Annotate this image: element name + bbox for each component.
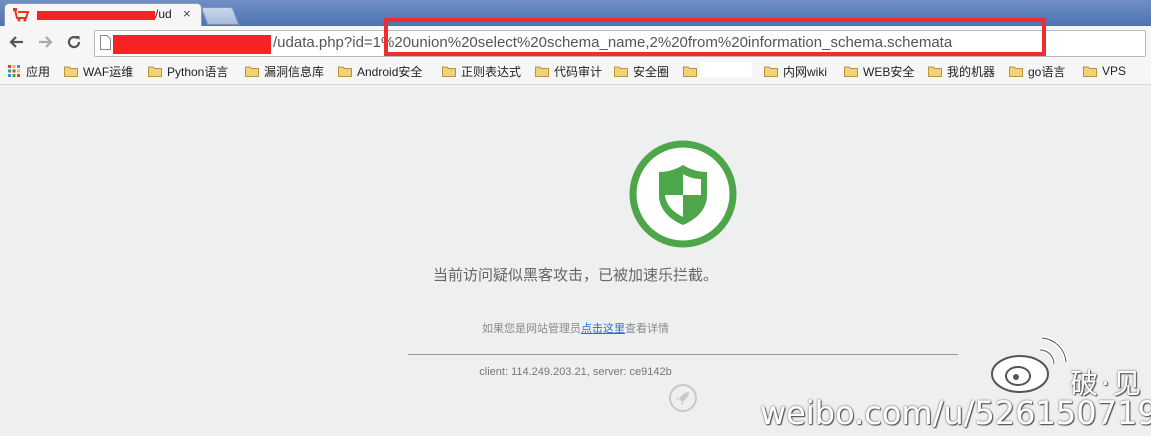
back-arrow-icon bbox=[9, 36, 23, 48]
bookmark-label: Android安全 bbox=[357, 64, 423, 79]
bookmark-intranet-wiki[interactable]: 内网wiki bbox=[764, 62, 827, 80]
admin-hint: 如果您是网站管理员点击这里查看详情 bbox=[0, 320, 1151, 336]
reload-button[interactable] bbox=[64, 32, 84, 52]
apps-grid-icon bbox=[8, 65, 20, 77]
page-icon bbox=[100, 35, 111, 50]
folder-icon bbox=[614, 66, 628, 77]
watermark-url: weibo.com/u/5261507198 bbox=[760, 394, 1151, 432]
bookmark-vps[interactable]: VPS bbox=[1083, 62, 1126, 80]
folder-icon bbox=[442, 66, 456, 77]
details-link[interactable]: 点击这里 bbox=[581, 322, 625, 335]
bookmark-apps[interactable]: 应用 bbox=[8, 62, 50, 80]
bookmark-label: 漏洞信息库 bbox=[264, 64, 325, 79]
tab-title: /ud bbox=[155, 7, 172, 21]
bookmark-label: WEB安全 bbox=[863, 64, 915, 79]
folder-icon bbox=[148, 66, 162, 77]
bookmark-label: WAF运维 bbox=[83, 64, 134, 79]
bookmark-regex[interactable]: 正则表达式 bbox=[442, 62, 521, 80]
client-info: client: 114.249.203.21, server: ce9142b bbox=[479, 366, 672, 378]
cart-favicon-icon bbox=[13, 8, 29, 22]
bookmarks-bar: 应用 WAF运维 Python语言 漏洞信息库 Android安全 正则表达式 … bbox=[0, 58, 1151, 85]
bookmark-label: 安全圈 bbox=[633, 64, 670, 79]
bookmark-android[interactable]: Android安全 bbox=[338, 62, 422, 80]
folder-icon bbox=[1083, 66, 1097, 77]
bookmark-label: go语言 bbox=[1028, 64, 1066, 79]
bookmark-python[interactable]: Python语言 bbox=[148, 62, 228, 80]
bookmark-label: 代码审计 bbox=[554, 64, 603, 79]
bookmark-label: 我的机器 bbox=[947, 64, 996, 79]
browser-tab[interactable]: /ud × bbox=[4, 3, 202, 27]
bookmark-label: 内网wiki bbox=[783, 64, 827, 79]
folder-icon bbox=[928, 66, 942, 77]
url-redaction bbox=[113, 35, 271, 54]
folder-icon bbox=[844, 66, 858, 77]
bookmark-web-security[interactable]: WEB安全 bbox=[844, 62, 914, 80]
bookmark-code-audit[interactable]: 代码审计 bbox=[535, 62, 602, 80]
new-tab-button[interactable] bbox=[200, 7, 240, 25]
block-message: 当前访问疑似黑客攻击，已被加速乐拦截。 bbox=[432, 266, 718, 284]
tab-title-redaction bbox=[37, 11, 155, 20]
weibo-logo-icon bbox=[991, 336, 1068, 393]
admin-hint-suffix: 查看详情 bbox=[625, 322, 669, 335]
forward-arrow-icon bbox=[39, 36, 53, 48]
bookmark-redaction bbox=[700, 62, 752, 77]
url-highlight-box bbox=[384, 18, 1046, 56]
admin-hint-prefix: 如果您是网站管理员 bbox=[482, 322, 581, 335]
bookmark-security-circle[interactable]: 安全圈 bbox=[614, 62, 669, 80]
folder-icon bbox=[1009, 66, 1023, 77]
bookmark-label: 正则表达式 bbox=[461, 64, 522, 79]
shield-icon bbox=[629, 140, 737, 248]
bookmark-my-machines[interactable]: 我的机器 bbox=[928, 62, 995, 80]
divider bbox=[408, 354, 958, 355]
folder-icon bbox=[64, 66, 78, 77]
folder-icon bbox=[683, 66, 697, 77]
tab-close-icon[interactable]: × bbox=[183, 6, 191, 21]
forward-button[interactable] bbox=[36, 32, 56, 52]
folder-icon bbox=[338, 66, 352, 77]
bookmark-label: Python语言 bbox=[167, 64, 229, 79]
reload-icon bbox=[67, 35, 81, 49]
folder-icon bbox=[245, 66, 259, 77]
back-button[interactable] bbox=[6, 32, 26, 52]
bookmark-vuln-db[interactable]: 漏洞信息库 bbox=[245, 62, 324, 80]
bookmark-waf[interactable]: WAF运维 bbox=[64, 62, 133, 80]
folder-icon bbox=[764, 66, 778, 77]
bookmark-label: 应用 bbox=[26, 64, 51, 79]
bookmark-label: VPS bbox=[1102, 64, 1127, 78]
bookmark-go[interactable]: go语言 bbox=[1009, 62, 1065, 80]
folder-icon bbox=[535, 66, 549, 77]
rocket-icon bbox=[669, 384, 697, 412]
